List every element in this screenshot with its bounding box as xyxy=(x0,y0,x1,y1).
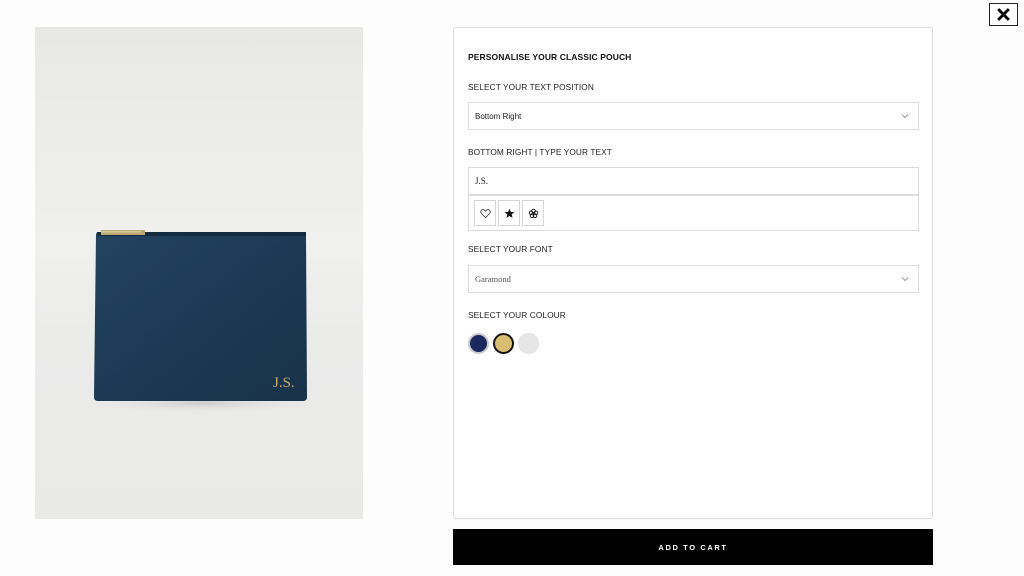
monogram-text-input[interactable] xyxy=(468,167,919,195)
font-select[interactable]: Garamond xyxy=(468,265,919,293)
chevron-down-icon xyxy=(901,114,909,119)
colour-label: SELECT YOUR COLOUR xyxy=(468,310,566,320)
heart-icon xyxy=(479,208,491,218)
text-position-select[interactable]: Bottom Right xyxy=(468,102,919,130)
font-value: Garamond xyxy=(475,274,511,284)
text-position-label: SELECT YOUR TEXT POSITION xyxy=(468,82,594,92)
star-symbol-button[interactable] xyxy=(498,200,520,226)
text-input-label: BOTTOM RIGHT | TYPE YOUR TEXT xyxy=(468,147,612,157)
colour-swatch-silver[interactable] xyxy=(518,333,539,354)
heart-symbol-button[interactable] xyxy=(474,200,496,226)
text-position-value: Bottom Right xyxy=(475,111,522,121)
flower-icon xyxy=(528,208,538,218)
add-to-cart-button[interactable]: ADD TO CART xyxy=(453,529,933,565)
font-label: SELECT YOUR FONT xyxy=(468,244,553,254)
product-image: J.S. xyxy=(35,27,363,519)
close-button[interactable] xyxy=(989,3,1018,26)
close-icon xyxy=(997,8,1010,21)
symbol-picker xyxy=(468,195,919,231)
colour-swatch-gold[interactable] xyxy=(493,333,514,354)
colour-swatch-navy[interactable] xyxy=(468,333,489,354)
pouch-monogram: J.S. xyxy=(273,375,295,391)
panel-title: PERSONALISE YOUR CLASSIC POUCH xyxy=(468,52,632,62)
chevron-down-icon xyxy=(901,277,909,282)
flower-symbol-button[interactable] xyxy=(522,200,544,226)
star-icon xyxy=(504,208,514,218)
personalisation-panel: PERSONALISE YOUR CLASSIC POUCH SELECT YO… xyxy=(453,27,933,519)
